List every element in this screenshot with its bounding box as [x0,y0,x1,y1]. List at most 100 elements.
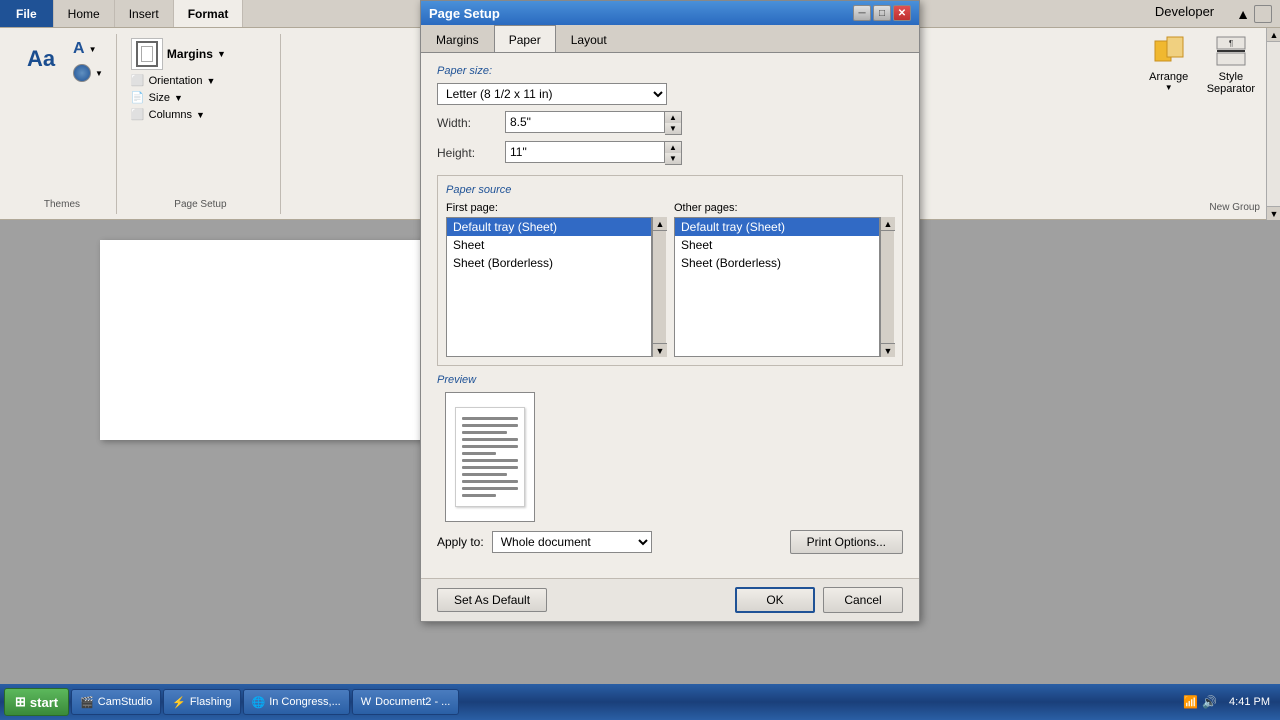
taskbar: ⊞ start 🎬 CamStudio ⚡ Flashing 🌐 In Cong… [0,684,1280,720]
taskbar-item-browser[interactable]: 🌐 In Congress,... [243,689,350,715]
other-pages-list[interactable]: Default tray (Sheet) Sheet Sheet (Border… [674,217,880,357]
first-page-col: First page: Default tray (Sheet) Sheet S… [446,202,666,357]
page-setup-dialog: Page Setup ─ □ ✕ Margins Paper Layout Pa… [420,0,920,622]
height-spin-up[interactable]: ▲ [665,142,681,153]
browser-icon: 🌐 [252,696,266,709]
other-pages-item-2[interactable]: Sheet (Borderless) [675,254,879,272]
paper-size-section: Paper size: Letter (8 1/2 x 11 in) A4 Le… [437,65,903,165]
taskbar-clock: 4:41 PM [1223,696,1276,708]
taskbar-system-icons: 📶 🔊 [1179,695,1221,709]
preview-line-3 [462,431,507,434]
other-pages-scroll-down[interactable]: ▼ [881,343,895,357]
dialog-ok-cancel: OK Cancel [735,587,903,613]
set-as-default-button[interactable]: Set As Default [437,588,547,612]
first-page-list[interactable]: Default tray (Sheet) Sheet Sheet (Border… [446,217,652,357]
preview-box [445,392,535,522]
tab-paper[interactable]: Paper [494,25,556,52]
width-input-group: ▲ ▼ [505,111,682,135]
other-pages-scroll-up[interactable]: ▲ [881,217,895,231]
ok-button[interactable]: OK [735,587,815,613]
other-pages-scrollbar[interactable]: ▲ ▼ [880,217,894,357]
first-page-scroll-down[interactable]: ▼ [653,343,667,357]
first-page-scroll-track [653,231,666,343]
time-display: 4:41 PM [1229,696,1270,708]
preview-line-8 [462,466,518,469]
dialog-minimize-button[interactable]: ─ [853,5,871,21]
width-row: Width: ▲ ▼ [437,111,903,135]
first-page-item-2[interactable]: Sheet (Borderless) [447,254,651,272]
preview-line-7 [462,459,518,462]
apply-to-label: Apply to: [437,535,484,549]
paper-source-label: Paper source [446,184,894,196]
height-input[interactable] [505,141,665,163]
first-page-scroll-up[interactable]: ▲ [653,217,667,231]
taskbar-item-word[interactable]: W Document2 - ... [352,689,460,715]
preview-line-10 [462,480,518,483]
browser-label: In Congress,... [269,696,341,708]
width-label: Width: [437,116,497,130]
flashing-icon: ⚡ [172,696,186,709]
print-options-button[interactable]: Print Options... [790,530,903,554]
tab-layout[interactable]: Layout [556,27,622,52]
apply-to-select[interactable]: Whole document This section This point f… [492,531,652,553]
preview-area [437,392,903,522]
dialog-restore-button[interactable]: □ [873,5,891,21]
width-spinner: ▲ ▼ [665,111,682,135]
preview-line-2 [462,424,518,427]
other-pages-item-1[interactable]: Sheet [675,236,879,254]
width-input[interactable] [505,111,665,133]
height-row: Height: ▲ ▼ [437,141,903,165]
dialog-overlay: Page Setup ─ □ ✕ Margins Paper Layout Pa… [0,0,1280,684]
first-page-label: First page: [446,202,666,214]
network-icon: 📶 [1183,695,1198,709]
preview-label: Preview [437,374,903,386]
width-spin-down[interactable]: ▼ [665,123,681,134]
preview-line-4 [462,438,518,441]
dialog-title-buttons: ─ □ ✕ [853,5,911,21]
start-button[interactable]: ⊞ start [4,688,69,716]
width-spin-up[interactable]: ▲ [665,112,681,123]
flashing-label: Flashing [190,696,232,708]
start-label: start [30,695,58,710]
paper-size-label: Paper size: [437,65,903,77]
taskbar-item-camstudio[interactable]: 🎬 CamStudio [71,689,161,715]
volume-icon: 🔊 [1202,695,1217,709]
apply-to-row: Apply to: Whole document This section Th… [437,530,903,554]
start-icon: ⊞ [15,694,26,710]
dialog-body: Paper size: Letter (8 1/2 x 11 in) A4 Le… [421,53,919,578]
other-pages-label: Other pages: [674,202,894,214]
dialog-buttons: Set As Default OK Cancel [421,578,919,621]
preview-line-11 [462,487,518,490]
cancel-button[interactable]: Cancel [823,587,903,613]
word-icon: W [361,696,371,708]
paper-source-columns: First page: Default tray (Sheet) Sheet S… [446,202,894,357]
preview-line-12 [462,494,496,497]
preview-page [455,407,525,507]
dialog-titlebar: Page Setup ─ □ ✕ [421,1,919,25]
preview-line-1 [462,417,518,420]
tab-margins[interactable]: Margins [421,27,494,52]
height-input-group: ▲ ▼ [505,141,682,165]
height-spinner: ▲ ▼ [665,141,682,165]
preview-line-9 [462,473,507,476]
preview-line-5 [462,445,518,448]
paper-size-select[interactable]: Letter (8 1/2 x 11 in) A4 Legal [437,83,667,105]
dialog-close-button[interactable]: ✕ [893,5,911,21]
height-spin-down[interactable]: ▼ [665,153,681,164]
preview-section: Preview [437,374,903,522]
first-page-item-0[interactable]: Default tray (Sheet) [447,218,651,236]
other-pages-col: Other pages: Default tray (Sheet) Sheet … [674,202,894,357]
word-label: Document2 - ... [375,696,450,708]
other-pages-list-container: Default tray (Sheet) Sheet Sheet (Border… [674,217,894,357]
paper-source-section: Paper source First page: Default tray (S… [437,175,903,366]
first-page-item-1[interactable]: Sheet [447,236,651,254]
other-pages-item-0[interactable]: Default tray (Sheet) [675,218,879,236]
height-label: Height: [437,146,497,160]
first-page-scrollbar[interactable]: ▲ ▼ [652,217,666,357]
dialog-tabs: Margins Paper Layout [421,25,919,53]
other-pages-scroll-track [881,231,894,343]
taskbar-item-flashing[interactable]: ⚡ Flashing [163,689,240,715]
dialog-title: Page Setup [429,6,853,21]
paper-size-row: Letter (8 1/2 x 11 in) A4 Legal [437,83,903,105]
camstudio-label: CamStudio [98,696,152,708]
